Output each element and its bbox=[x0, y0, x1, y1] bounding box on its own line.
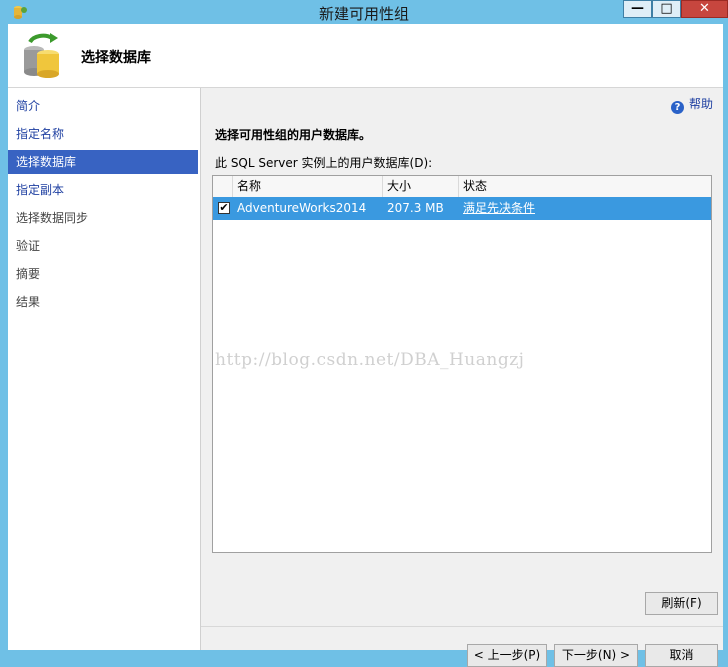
nav-item-intro[interactable]: 简介 bbox=[8, 94, 198, 118]
column-header-size[interactable]: 大小 bbox=[383, 176, 459, 197]
table-row[interactable]: ✔ AdventureWorks2014 207.3 MB 满足先决条件 bbox=[213, 197, 711, 220]
help-label: 帮助 bbox=[688, 97, 713, 111]
window-title: 新建可用性组 bbox=[318, 5, 409, 23]
minimize-button[interactable]: — bbox=[623, 0, 652, 18]
database-list-label: 此 SQL Server 实例上的用户数据库(D): bbox=[215, 156, 433, 170]
database-refresh-icon bbox=[24, 33, 59, 78]
database-name: AdventureWorks2014 bbox=[237, 201, 367, 215]
page-header: 选择数据库 bbox=[8, 24, 723, 88]
maximize-button[interactable]: □ bbox=[652, 0, 681, 18]
wizard-nav: 简介 指定名称 选择数据库 指定副本 选择数据同步 验证 摘要 结果 bbox=[8, 88, 201, 650]
cancel-button[interactable]: 取消 bbox=[645, 644, 718, 667]
close-button[interactable]: ✕ bbox=[681, 0, 728, 18]
refresh-button[interactable]: 刷新(F) bbox=[645, 592, 718, 615]
nav-item-results: 结果 bbox=[16, 295, 41, 309]
close-icon: ✕ bbox=[699, 1, 710, 16]
page-title: 选择数据库 bbox=[81, 50, 151, 66]
help-icon: ? bbox=[670, 101, 684, 114]
database-size: 207.3 MB bbox=[387, 201, 444, 215]
row-checkbox[interactable]: ✔ bbox=[218, 202, 230, 214]
help-link[interactable]: ? 帮助 bbox=[670, 95, 713, 114]
wizard-window: 选择数据库 简介 指定名称 选择数据库 指定副本 选择数据同步 验证 摘要 结果… bbox=[8, 24, 723, 667]
nav-item-summary: 摘要 bbox=[16, 267, 41, 281]
nav-item-select-databases[interactable]: 选择数据库 bbox=[8, 150, 198, 174]
nav-item-data-sync: 选择数据同步 bbox=[16, 211, 89, 225]
main-panel: ? 帮助 选择可用性组的用户数据库。 此 SQL Server 实例上的用户数据库… bbox=[201, 88, 723, 667]
next-button[interactable]: 下一步(N) > bbox=[554, 644, 638, 667]
title-bar: 新建可用性组 — □ ✕ bbox=[0, 0, 728, 24]
column-header-status[interactable]: 状态 bbox=[459, 176, 711, 197]
row-select-cell: ✔ bbox=[213, 197, 233, 220]
minimize-icon: — bbox=[631, 1, 644, 16]
grid-header: 名称 大小 状态 bbox=[213, 176, 711, 198]
column-header-name[interactable]: 名称 bbox=[233, 176, 383, 197]
nav-item-validation: 验证 bbox=[16, 239, 41, 253]
footer-divider bbox=[201, 626, 723, 627]
status-link[interactable]: 满足先决条件 bbox=[459, 197, 711, 220]
nav-item-specify-replicas[interactable]: 指定副本 bbox=[8, 178, 198, 202]
maximize-icon: □ bbox=[660, 1, 673, 16]
column-header-select bbox=[213, 176, 233, 197]
section-title: 选择可用性组的用户数据库。 bbox=[215, 128, 372, 142]
watermark: http://blog.csdn.net/DBA_Huangzj bbox=[215, 350, 525, 370]
previous-button[interactable]: < 上一步(P) bbox=[467, 644, 547, 667]
nav-item-specify-name[interactable]: 指定名称 bbox=[8, 122, 198, 146]
